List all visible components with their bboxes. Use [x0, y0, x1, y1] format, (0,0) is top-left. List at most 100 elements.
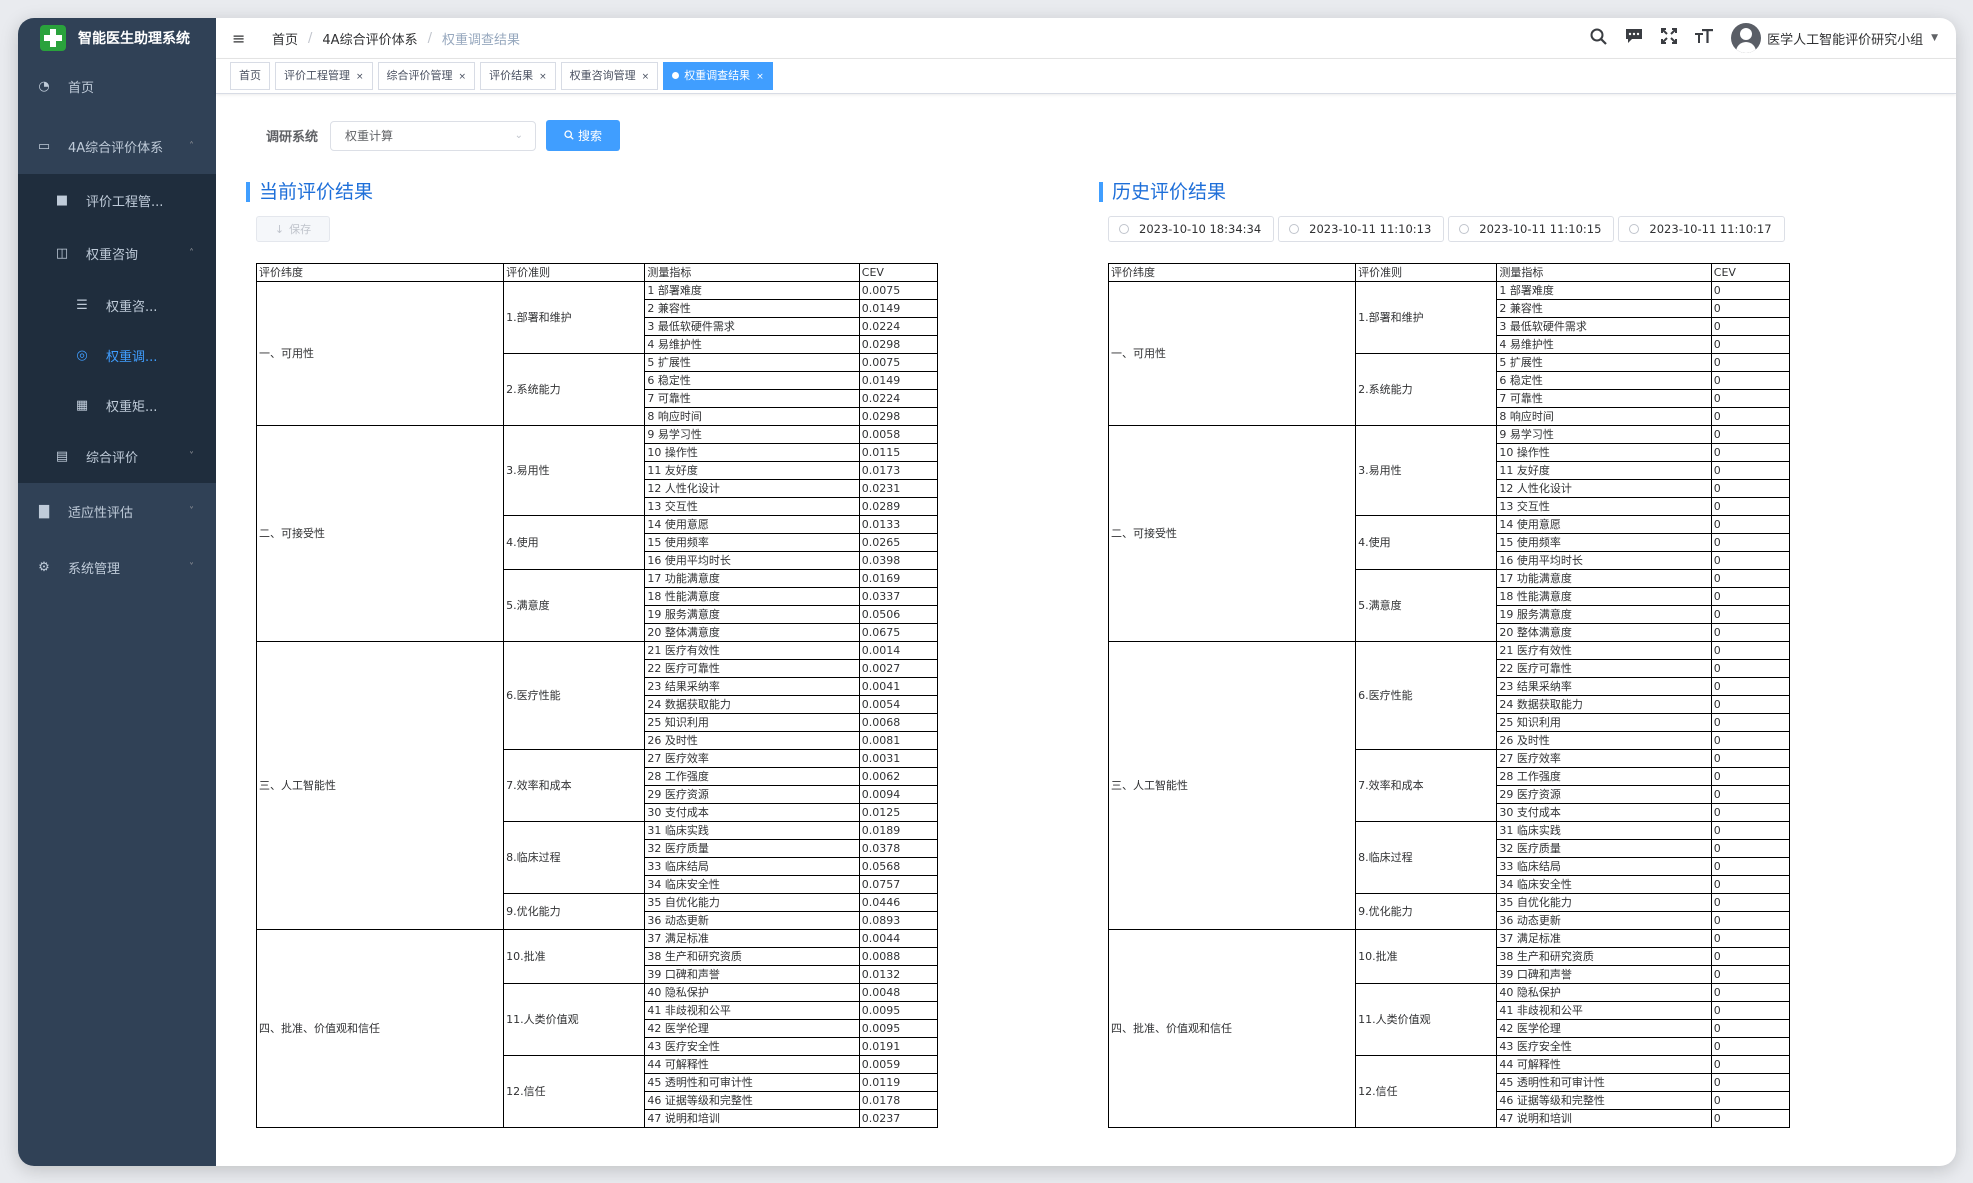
cev-cell: 0.0115: [858, 443, 939, 462]
sidebar-item[interactable]: ⚙ 系统管理 ˅: [18, 539, 216, 595]
criterion-cell: 3.易用性: [503, 425, 646, 516]
indicator-cell: 21 医疗有效性: [644, 641, 860, 660]
tab-tag[interactable]: 评价工程管理 ×: [275, 62, 373, 90]
sidebar-item-label: 权重矩...: [106, 399, 158, 415]
font-size-icon[interactable]: [1695, 28, 1714, 48]
indicator-cell: 6 稳定性: [1496, 371, 1712, 390]
breadcrumb-item-section[interactable]: 4A综合评价体系: [322, 29, 417, 48]
cev-cell: 0.0095: [858, 1019, 939, 1038]
breadcrumb-item-home[interactable]: 首页: [272, 29, 298, 48]
close-icon[interactable]: ×: [459, 72, 467, 82]
history-date-radio[interactable]: 2023-10-11 11:10:17: [1618, 216, 1785, 242]
user-name[interactable]: 医学人工智能评价研究小组: [1767, 29, 1923, 48]
sidebar-item-label: 权重调...: [106, 349, 158, 365]
close-icon[interactable]: ×: [539, 72, 547, 82]
sidebar-item-label: 首页: [68, 80, 95, 96]
dimension-cell: 二、可接受性: [1107, 425, 1357, 642]
indicator-cell: 33 临床结局: [1496, 857, 1712, 876]
sidebar-item[interactable]: ◔ 首页: [18, 58, 216, 114]
indicator-cell: 44 可解释性: [644, 1055, 860, 1074]
cev-cell: 0: [1710, 929, 1791, 948]
table-row: 一、可用性 1.部署和维护 1 部署难度 0.0075: [255, 281, 939, 426]
column-header: 评价纬度: [255, 263, 505, 282]
cev-cell: 0: [1710, 281, 1791, 300]
indicator-cell: 8 响应时间: [644, 407, 860, 426]
brand[interactable]: 智能医生助理系统: [18, 18, 216, 58]
save-button[interactable]: ↓ 保存: [256, 216, 330, 242]
cev-cell: 0.0191: [858, 1037, 939, 1056]
hamburger-icon[interactable]: ≡: [232, 29, 248, 48]
criterion-cell: 8.临床过程: [503, 821, 646, 894]
user-avatar[interactable]: [1731, 23, 1762, 53]
indicator-cell: 7 可靠性: [644, 389, 860, 408]
cev-cell: 0.0058: [858, 425, 939, 444]
dashboard-icon: ◔: [38, 78, 50, 94]
tab-tag-label: 评价工程管理: [284, 69, 350, 82]
indicator-cell: 47 说明和培训: [1496, 1109, 1712, 1128]
sidebar-item[interactable]: ☰ 权重咨...: [18, 280, 216, 330]
cev-cell: 0.0337: [858, 587, 939, 606]
tab-tag[interactable]: 首页: [230, 62, 270, 90]
sidebar-item[interactable]: ▇ 适应性评估 ˅: [18, 483, 216, 539]
indicator-cell: 10 操作性: [644, 443, 860, 462]
indicator-cell: 20 整体满意度: [644, 623, 860, 642]
indicator-cell: 20 整体满意度: [1496, 623, 1712, 642]
indicator-cell: 41 非歧视和公平: [1496, 1001, 1712, 1020]
history-results-title: 历史评价结果: [1099, 182, 1226, 202]
criterion-cell: 3.易用性: [1355, 425, 1498, 516]
cev-cell: 0: [1710, 515, 1791, 534]
indicator-cell: 12 人性化设计: [644, 479, 860, 498]
tab-tag[interactable]: 综合评价管理 ×: [377, 62, 476, 90]
close-icon[interactable]: ×: [756, 72, 764, 82]
sidebar-item[interactable]: ▭ 4A综合评价体系 ˄: [18, 118, 216, 174]
indicator-cell: 33 临床结局: [644, 857, 860, 876]
cev-cell: 0: [1710, 695, 1791, 714]
cev-cell: 0.0119: [858, 1073, 939, 1092]
history-date-radio[interactable]: 2023-10-10 18:34:34: [1108, 216, 1275, 242]
close-icon[interactable]: ×: [356, 72, 364, 82]
indicator-cell: 11 友好度: [644, 461, 860, 480]
tab-tag[interactable]: 权重调查结果 ×: [663, 62, 773, 90]
sidebar-item[interactable]: ▦ 权重矩...: [18, 380, 216, 430]
sidebar-item[interactable]: ▤ 综合评价 ˅: [18, 430, 216, 483]
cev-cell: 0.0094: [858, 785, 939, 804]
fullscreen-icon[interactable]: [1661, 28, 1678, 48]
caret-down-icon[interactable]: ▼: [1931, 33, 1938, 43]
history-date-radio[interactable]: 2023-10-11 11:10:13: [1278, 216, 1445, 242]
cev-cell: 0: [1710, 821, 1791, 840]
search-icon[interactable]: [1590, 28, 1607, 49]
indicator-cell: 35 自优化能力: [1496, 893, 1712, 912]
history-date-radio[interactable]: 2023-10-11 11:10:15: [1448, 216, 1615, 242]
close-icon[interactable]: ×: [642, 72, 650, 82]
sidebar-item[interactable]: ◎ 权重调...: [18, 330, 216, 380]
tab-tag-label: 评价结果: [489, 69, 534, 82]
cev-cell: 0: [1710, 371, 1791, 390]
indicator-cell: 23 结果采纳率: [644, 677, 860, 696]
cev-cell: 0: [1710, 317, 1791, 336]
indicator-cell: 19 服务满意度: [1496, 605, 1712, 624]
message-icon[interactable]: [1625, 28, 1643, 48]
sidebar-item[interactable]: ◫ 权重咨询 ˄: [18, 227, 216, 280]
search-button[interactable]: 搜索: [546, 120, 621, 151]
current-results-table: 评价纬度 评价准则 测量指标 CEV 一、可用性 1.部署和维护 1 部署难度 0.0075 2…: [255, 263, 939, 1128]
cev-cell: 0: [1710, 803, 1791, 822]
indicator-cell: 44 可解释性: [1496, 1055, 1712, 1074]
radio-circle-icon: [1629, 224, 1640, 234]
criterion-cell: 10.批准: [1355, 929, 1498, 984]
cev-cell: 0.0231: [858, 479, 939, 498]
cev-cell: 0.0675: [858, 623, 939, 642]
sidebar-item-label: 权重咨询: [86, 248, 139, 263]
history-results-table: 评价纬度 评价准则 测量指标 CEV 一、可用性 1.部署和维护 1 部署难度 0 2 兼容性 0…: [1107, 263, 1791, 1128]
sidebar-item[interactable]: ■ 评价工程管...: [18, 174, 216, 227]
cev-cell: 0: [1710, 1109, 1791, 1128]
indicator-cell: 4 易维护性: [1496, 335, 1712, 354]
column-header: 评价纬度: [1107, 263, 1357, 282]
indicator-cell: 1 部署难度: [644, 281, 860, 300]
survey-system-select[interactable]: 权重计算 ⌄: [330, 120, 537, 151]
cev-cell: 0: [1710, 911, 1791, 930]
cev-cell: 0: [1710, 677, 1791, 696]
table-row: 三、人工智能性 6.医疗性能 21 医疗有效性 0.0014: [255, 641, 939, 930]
tab-tag[interactable]: 权重咨询管理 ×: [560, 62, 659, 90]
indicator-cell: 32 医疗质量: [1496, 839, 1712, 858]
tab-tag[interactable]: 评价结果 ×: [480, 62, 556, 90]
